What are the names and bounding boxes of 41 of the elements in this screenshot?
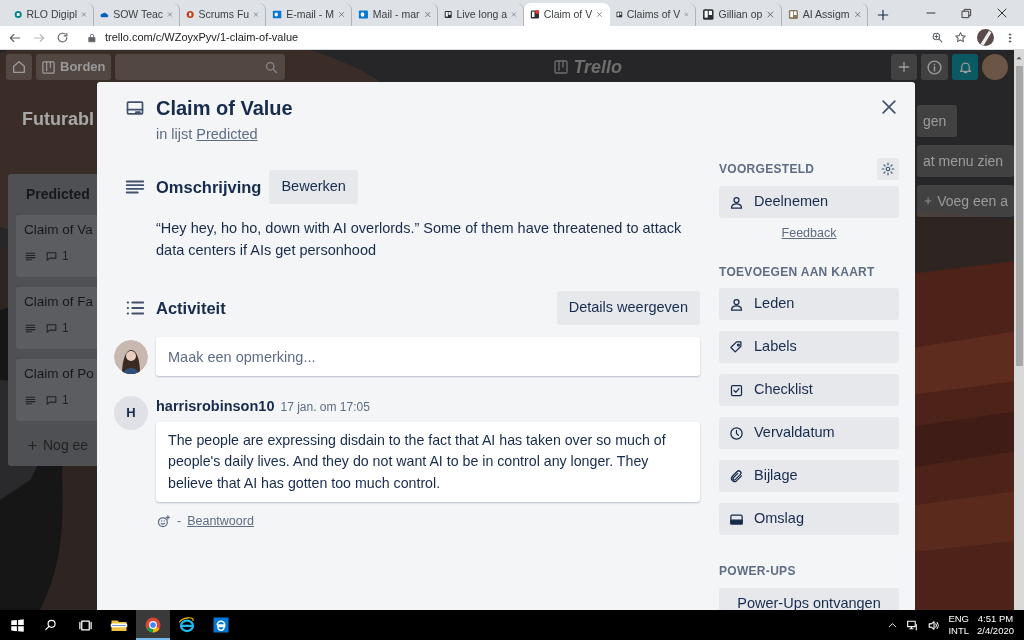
comment-author[interactable]: harrisrobinson10 [156, 396, 275, 418]
board-menu-button[interactable]: gen [917, 105, 957, 137]
logo-text: Trello [573, 55, 623, 79]
comment-input[interactable]: Maak een opmerking... [156, 337, 700, 376]
card-title[interactable]: Claim of Value [156, 94, 293, 122]
section-heading: Activiteit [156, 297, 226, 319]
reply-link[interactable]: Beantwoord [187, 512, 254, 531]
comment-time[interactable]: 17 jan. om 17:05 [280, 398, 370, 416]
add-to-card-button[interactable]: Vervaldatum [719, 417, 899, 449]
details-button[interactable]: Details weergeven [556, 291, 700, 325]
board-menu-button[interactable]: at menu zien [917, 145, 1014, 177]
list-link[interactable]: Predicted [196, 126, 258, 142]
edit-button[interactable]: Bewerken [269, 170, 358, 204]
clock[interactable]: 4:51 PM 2/4/2020 [977, 613, 1014, 637]
description-text[interactable]: “Hey hey, ho ho, down with AI overlords.” Some of them have threatened to attack data centers if AIs get personhood [156, 217, 700, 261]
add-to-card-button[interactable]: Checklist [719, 374, 899, 406]
comment-count: 1 [62, 392, 69, 409]
add-to-card-button[interactable]: Labels [719, 331, 899, 363]
section-heading: VOORGESTELD [719, 161, 815, 178]
comment-count: 1 [62, 248, 69, 265]
browser-tab[interactable]: Claim of V [524, 3, 610, 26]
card-title: Claim of Fa [24, 293, 95, 311]
comment-text: The people are expressing disdain to the fact that AI has taken over so much of people's daily lives. And they do not want AI to be in control any longer. They believe that AI has gotten too much control. [156, 421, 700, 503]
add-list-button[interactable]: Voeg een a [917, 185, 1014, 217]
section-heading: Omschrijving [156, 176, 262, 198]
section-heading: TOEVOEGEN AAN KAART [719, 264, 876, 281]
add-to-card-button[interactable]: Leden [719, 288, 899, 320]
card-title: Claim of Va [24, 221, 94, 239]
separator-text: - [177, 513, 182, 531]
list-info-text: in lijst Predicted [156, 125, 259, 144]
url-text[interactable]: trello.com/c/WZoyxPyv/1-claim-of-value [105, 29, 299, 46]
feedback-link[interactable]: Feedback [719, 224, 899, 242]
section-heading: POWER-UPS [719, 563, 797, 580]
board-title[interactable]: Futurabl [22, 108, 97, 130]
add-to-card-button[interactable]: Omslag [719, 503, 899, 535]
user-avatar: H [114, 396, 148, 430]
language-indicator[interactable]: ENG INTL [948, 613, 969, 637]
card-title: Claim of Po [24, 365, 95, 383]
add-to-card-button[interactable]: Bijlage [719, 460, 899, 492]
join-button[interactable]: Deelnemen [719, 186, 899, 218]
comment-count: 1 [62, 320, 69, 337]
